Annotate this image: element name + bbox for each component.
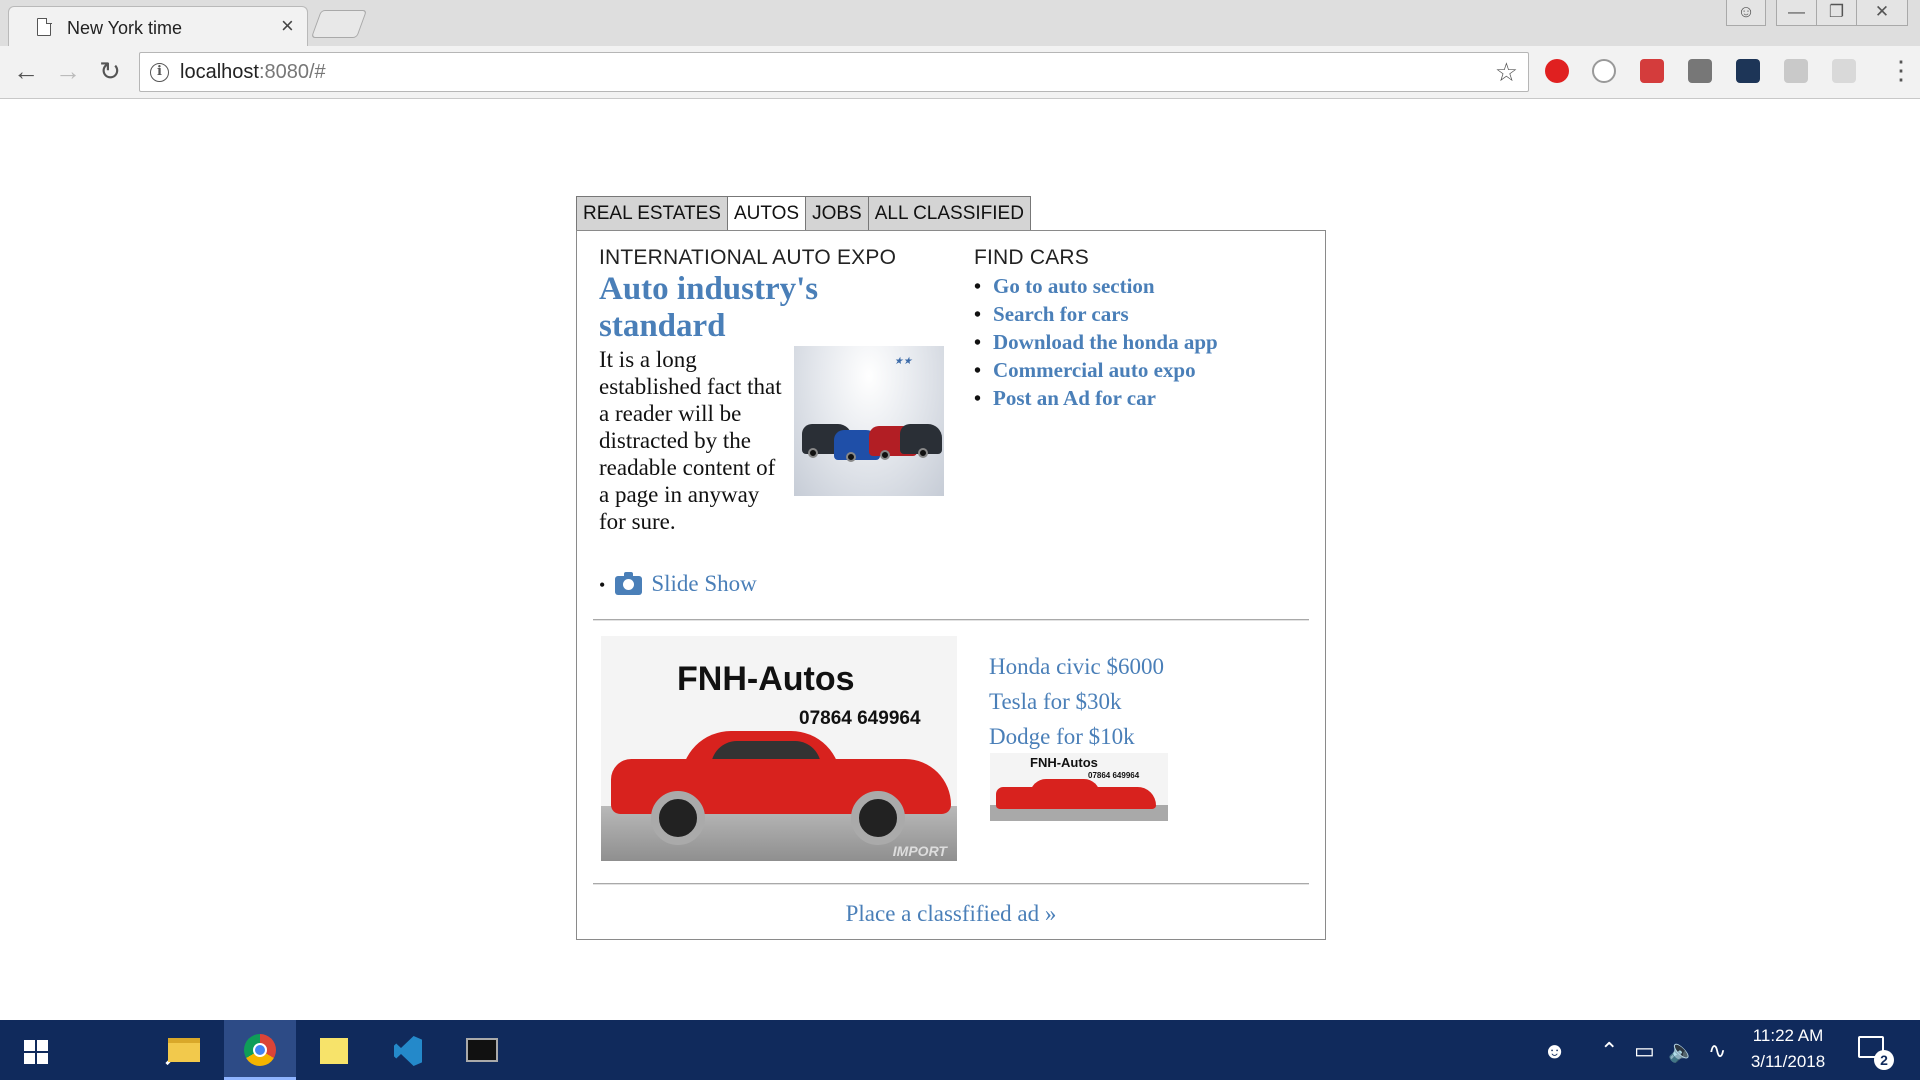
people-icon[interactable]: ☻ bbox=[1543, 1038, 1566, 1064]
find-cars-link[interactable]: Post an Ad for car bbox=[974, 385, 1218, 413]
car-deal-link[interactable]: Honda civic $6000 bbox=[989, 649, 1164, 684]
browser-tab[interactable]: New York time × bbox=[8, 6, 308, 46]
ad-small-phone: 07864 649964 bbox=[1088, 771, 1140, 780]
sticky-notes-icon bbox=[320, 1038, 348, 1064]
fnh-autos-ad-image[interactable]: FNH-Autos 07864 649964 IMPORT bbox=[601, 636, 957, 861]
folder-icon bbox=[168, 1038, 200, 1062]
tab-close-icon[interactable]: × bbox=[281, 13, 294, 38]
minimize-button[interactable]: — bbox=[1776, 0, 1816, 26]
forward-arrow-icon[interactable]: → bbox=[52, 56, 84, 88]
bug-extension-icon[interactable] bbox=[1640, 59, 1664, 83]
expo-body-text: It is a long established fact that a rea… bbox=[599, 347, 782, 534]
bookmark-star-icon[interactable]: ☆ bbox=[1495, 57, 1518, 88]
address-bar[interactable]: i localhost:8080/# ☆ bbox=[139, 52, 1529, 92]
u-extension-icon[interactable] bbox=[1736, 59, 1760, 83]
tab-title: New York time bbox=[67, 18, 183, 38]
car-deals-list: Honda civic $6000 Tesla for $30k Dodge f… bbox=[989, 649, 1164, 754]
clock-time[interactable]: 11:22 AM bbox=[1733, 1026, 1843, 1046]
find-cars-link[interactable]: Go to auto section bbox=[974, 273, 1218, 301]
find-cars-link[interactable]: Commercial auto expo bbox=[974, 357, 1218, 385]
autos-panel: INTERNATIONAL AUTO EXPO Auto industry's … bbox=[576, 230, 1326, 940]
wheel-graphic bbox=[846, 452, 856, 462]
shield-extension-icon[interactable] bbox=[1688, 59, 1712, 83]
close-window-button[interactable]: ✕ bbox=[1856, 0, 1908, 26]
windows-start-icon bbox=[24, 1040, 48, 1064]
pdf-extension-icon[interactable] bbox=[1784, 59, 1808, 83]
vscode-icon bbox=[394, 1036, 422, 1066]
info-icon[interactable]: i bbox=[150, 63, 169, 82]
chrome-icon bbox=[244, 1034, 276, 1066]
tab-jobs[interactable]: JOBS bbox=[805, 196, 868, 231]
menu-kebab-icon[interactable]: ⋮ bbox=[1888, 57, 1914, 83]
bullet: • bbox=[599, 575, 606, 595]
clock-date[interactable]: 3/11/2018 bbox=[1733, 1052, 1843, 1072]
car-deal-link[interactable]: Dodge for $10k bbox=[989, 719, 1164, 754]
ad-watermark: IMPORT bbox=[892, 843, 947, 859]
volume-icon[interactable]: 🔈 bbox=[1668, 1038, 1695, 1064]
camera-icon bbox=[615, 572, 643, 595]
red-car-graphic bbox=[611, 731, 951, 845]
slideshow-link[interactable]: • Slide Show bbox=[599, 571, 757, 597]
url-text: localhost:8080/# bbox=[180, 61, 326, 83]
wifi-icon[interactable]: ∿ bbox=[1708, 1038, 1726, 1064]
chrome-taskbar-button[interactable] bbox=[224, 1020, 296, 1080]
page-icon bbox=[37, 18, 51, 36]
find-cars-link[interactable]: Search for cars bbox=[974, 301, 1218, 329]
tab-autos[interactable]: AUTOS bbox=[726, 196, 806, 231]
reload-icon[interactable]: ↻ bbox=[94, 56, 126, 88]
browser-toolbar: ← → ↻ i localhost:8080/# ☆ ⋮ bbox=[0, 46, 1920, 99]
wheel-graphic bbox=[918, 448, 928, 458]
divider bbox=[593, 883, 1309, 885]
expo-headline[interactable]: Auto industry's standard bbox=[599, 271, 899, 345]
profile-button[interactable]: ☺ bbox=[1726, 0, 1766, 26]
windows-taskbar: ☻ ⌃ ▭ 🔈 ∿ 11:22 AM 3/11/2018 2 bbox=[0, 1020, 1920, 1080]
back-arrow-icon[interactable]: ← bbox=[10, 56, 42, 88]
wheel-graphic bbox=[808, 448, 818, 458]
expo-heading: INTERNATIONAL AUTO EXPO bbox=[599, 246, 897, 269]
browser-titlebar: New York time × ☺ — ❐ ✕ bbox=[0, 0, 1920, 46]
chart-extension-icon[interactable] bbox=[1832, 59, 1856, 83]
ad-phone: 07864 649964 bbox=[799, 708, 921, 729]
slideshow-label[interactable]: Slide Show bbox=[651, 571, 756, 596]
ad-title: FNH-Autos bbox=[677, 660, 855, 698]
start-button[interactable] bbox=[0, 1020, 72, 1080]
chevron-up-icon[interactable]: ⌃ bbox=[1600, 1038, 1618, 1064]
classified-tabs: REAL ESTATES AUTOS JOBS ALL CLASSIFIED bbox=[576, 196, 1031, 231]
terminal-icon bbox=[466, 1038, 498, 1062]
opera-extension-icon[interactable] bbox=[1545, 59, 1569, 83]
sticky-notes-button[interactable] bbox=[298, 1020, 370, 1080]
wheel-graphic bbox=[880, 450, 890, 460]
expo-logo: ★★ bbox=[894, 356, 912, 367]
file-explorer-button[interactable] bbox=[150, 1020, 222, 1080]
battery-icon[interactable]: ▭ bbox=[1634, 1038, 1655, 1064]
notification-badge: 2 bbox=[1874, 1050, 1894, 1070]
restore-button[interactable]: ❐ bbox=[1816, 0, 1856, 26]
fnh-autos-ad-thumbnail[interactable]: FNH-Autos 07864 649964 bbox=[990, 753, 1168, 821]
divider bbox=[593, 619, 1309, 621]
tab-real-estates[interactable]: REAL ESTATES bbox=[576, 196, 727, 231]
car-deal-link[interactable]: Tesla for $30k bbox=[989, 684, 1164, 719]
new-tab-button[interactable] bbox=[310, 10, 368, 38]
find-cars-link[interactable]: Download the honda app bbox=[974, 329, 1218, 357]
search-button[interactable] bbox=[72, 1020, 192, 1080]
expo-thumbnail[interactable]: ★★ bbox=[794, 346, 944, 496]
ad-small-title: FNH-Autos bbox=[1030, 755, 1098, 770]
json-extension-icon[interactable] bbox=[1592, 59, 1616, 83]
find-cars-heading: FIND CARS bbox=[974, 246, 1089, 269]
vscode-button[interactable] bbox=[372, 1020, 444, 1080]
place-ad-link[interactable]: Place a classfified ad » bbox=[577, 901, 1325, 927]
terminal-button[interactable] bbox=[446, 1020, 518, 1080]
tab-all-classified[interactable]: ALL CLASSIFIED bbox=[867, 196, 1031, 231]
find-cars-list: Go to auto section Search for cars Downl… bbox=[974, 273, 1218, 413]
